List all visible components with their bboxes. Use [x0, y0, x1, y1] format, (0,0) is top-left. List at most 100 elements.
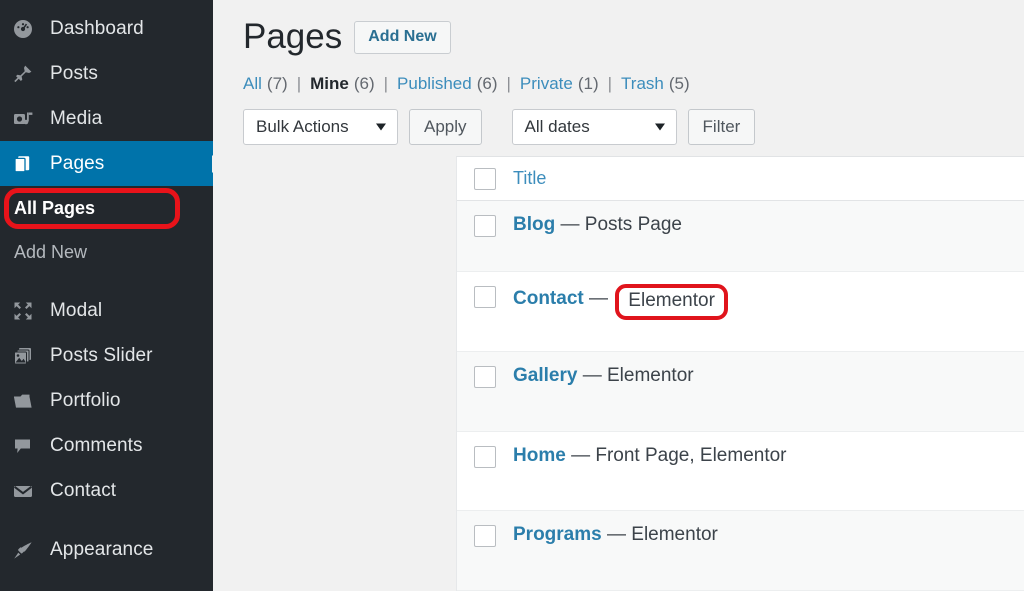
apply-button[interactable]: Apply [409, 108, 482, 145]
row-checkbox[interactable] [474, 366, 496, 388]
row-title-cell: Blog — Posts Page [513, 201, 1024, 249]
row-checkbox[interactable] [474, 286, 496, 308]
sidebar-item-label: Posts [50, 62, 99, 84]
date-filter-select[interactable]: All dates [511, 108, 677, 145]
filter-link-count: (6) [353, 73, 375, 93]
filter-separator: | [383, 73, 389, 93]
filter-link-private[interactable]: Private (1) [520, 74, 599, 94]
sidebar-item-portfolio[interactable]: Portfolio [0, 378, 213, 423]
filter-separator: | [296, 73, 302, 93]
filter-link-trash[interactable]: Trash (5) [621, 74, 690, 94]
page-meta: Posts Page [584, 214, 682, 235]
filter-link-label: Published [397, 73, 472, 93]
dashboard-gauge-icon [12, 18, 46, 40]
select-all-cell [457, 167, 513, 190]
sidebar-item-label: Modal [50, 299, 103, 321]
row-title-cell: Programs — Elementor [513, 511, 1024, 559]
sidebar-item-modal[interactable]: Modal [0, 288, 213, 333]
table-toolbar: Bulk Actions Apply All dates Filter [243, 108, 1024, 145]
filter-link-count: (6) [476, 73, 498, 93]
page-dash: — [560, 214, 580, 235]
filter-button[interactable]: Filter [687, 108, 756, 145]
page-title-link[interactable]: Blog [513, 214, 555, 235]
sidebar-item-posts[interactable]: Posts [0, 51, 213, 96]
admin-content: Pages Add New All (7) | Mine (6) | Publi… [213, 0, 1024, 591]
row-title-cell: Contact — Elementor [513, 272, 1024, 328]
page-title-link[interactable]: Programs [513, 524, 602, 545]
date-filter-value: All dates [524, 116, 590, 136]
table-row[interactable]: Contact — Elementor [457, 272, 1024, 352]
page-meta: Elementor [607, 365, 694, 386]
page-meta: Front Page, Elementor [595, 445, 787, 466]
bulk-actions-value: Bulk Actions [256, 116, 349, 136]
filter-link-count: (1) [577, 73, 599, 93]
sidebar-item-media[interactable]: Media [0, 96, 213, 141]
filter-link-published[interactable]: Published (6) [397, 74, 497, 94]
sidebar-item-label: Media [50, 107, 103, 129]
filter-separator: | [607, 73, 613, 93]
images-stack-icon [12, 345, 46, 367]
status-filter-links: All (7) | Mine (6) | Published (6) | Pri… [243, 74, 1024, 94]
sidebar-item-label: Portfolio [50, 389, 121, 411]
page-meta: Elementor [631, 524, 718, 545]
row-checkbox[interactable] [474, 525, 496, 547]
sidebar-item-pages[interactable]: Pages [0, 141, 213, 186]
pages-stack-icon [12, 153, 46, 175]
filter-separator: | [506, 73, 511, 93]
sidebar-item-label: Dashboard [50, 17, 144, 39]
sidebar-subitem-label: All Pages [14, 197, 96, 218]
select-all-checkbox[interactable] [474, 167, 496, 190]
pin-icon [12, 63, 46, 85]
page-title-link[interactable]: Contact [513, 288, 584, 309]
row-title-cell: Home — Front Page, Elementor [513, 432, 1024, 480]
filter-link-label: All [243, 73, 262, 93]
sidebar-item-label: Contact [50, 479, 117, 501]
filter-link-count: (5) [668, 73, 690, 93]
row-select-cell [457, 272, 513, 308]
table-row[interactable]: Gallery — Elementor [457, 352, 1024, 432]
bulk-actions-select[interactable]: Bulk Actions [243, 108, 398, 145]
page-title-link[interactable]: Gallery [513, 365, 577, 386]
sidebar-item-dashboard[interactable]: Dashboard [0, 6, 213, 51]
folder-icon [12, 390, 46, 412]
row-title-cell: Gallery — Elementor [513, 352, 1024, 400]
page-dash: — [582, 365, 602, 386]
sidebar-item-contact[interactable]: Contact [0, 468, 213, 513]
row-select-cell [457, 201, 513, 237]
table-row[interactable]: Blog — Posts Page [457, 201, 1024, 272]
filter-link-mine[interactable]: Mine (6) [310, 74, 375, 94]
filter-link-label: Private [519, 73, 573, 93]
table-row[interactable]: Programs — Elementor [457, 511, 1024, 591]
sidebar-item-add-new[interactable]: Add New [0, 230, 213, 274]
comment-bubble-icon [12, 435, 46, 457]
pages-submenu: All Pages Add New [0, 186, 213, 274]
chevron-down-icon [654, 123, 665, 130]
sidebar-item-label: Pages [50, 152, 105, 174]
row-checkbox[interactable] [474, 215, 496, 237]
sidebar-item-comments[interactable]: Comments [0, 423, 213, 468]
envelope-icon [12, 480, 46, 502]
sidebar-item-appearance[interactable]: Appearance [0, 527, 213, 572]
sidebar-item-all-pages[interactable]: All Pages [0, 186, 213, 230]
page-dash: — [571, 445, 591, 466]
filter-link-label: Trash [621, 73, 664, 93]
page-dash: — [589, 288, 609, 309]
column-header-title[interactable]: Title [513, 165, 1024, 191]
paintbrush-icon [12, 539, 46, 561]
add-new-button[interactable]: Add New [354, 20, 451, 54]
table-row[interactable]: Home — Front Page, Elementor [457, 432, 1024, 511]
sidebar-divider [0, 274, 213, 288]
sidebar-item-posts-slider[interactable]: Posts Slider [0, 333, 213, 378]
wp-admin-screen: Dashboard Posts Media Pages All Pages Ad… [0, 0, 1024, 591]
table-header-row: Title [457, 157, 1024, 201]
page-title-link[interactable]: Home [513, 445, 566, 466]
chevron-down-icon [376, 123, 386, 130]
sidebar-item-label: Posts Slider [50, 344, 153, 366]
filter-link-count: (7) [266, 73, 288, 93]
sidebar-item-label: Appearance [50, 538, 154, 560]
page-meta-annotation-highlight: Elementor [615, 284, 728, 320]
row-checkbox[interactable] [474, 446, 496, 468]
expand-arrows-icon [12, 300, 46, 322]
row-select-cell [457, 511, 513, 547]
filter-link-all[interactable]: All (7) [243, 74, 288, 94]
